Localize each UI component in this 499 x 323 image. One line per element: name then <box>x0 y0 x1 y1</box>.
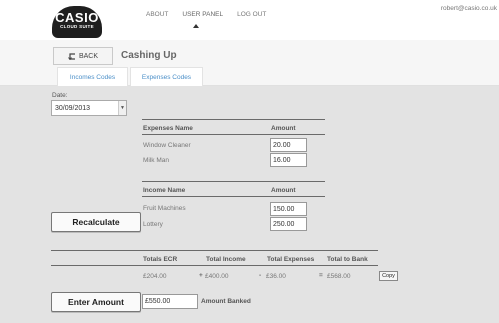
totals-header-divider <box>51 265 378 266</box>
income-amount-header: Amount <box>271 187 296 194</box>
app-header: CASIO CLOUD SUITE ABOUT USER PANEL LOG O… <box>0 0 499 40</box>
date-label: Date: <box>52 92 68 99</box>
income-amount-input[interactable]: 250.00 <box>270 217 307 231</box>
income-amount-input[interactable]: 150.00 <box>270 202 307 216</box>
expense-amount-input[interactable]: 20.00 <box>270 138 307 152</box>
totals-ecr-header: Totals ECR <box>143 256 178 263</box>
casio-logo[interactable]: CASIO CLOUD SUITE <box>52 6 102 38</box>
totals-top-divider <box>51 250 378 251</box>
total-expenses-value: £36.00 <box>266 273 286 280</box>
back-button[interactable]: BACK <box>53 47 113 65</box>
active-nav-caret-icon <box>193 24 199 28</box>
copy-button[interactable]: Copy <box>379 271 398 281</box>
nav-about[interactable]: ABOUT <box>145 11 169 18</box>
amount-banked-input[interactable]: £550.00 <box>142 294 198 309</box>
income-name: Lottery <box>143 221 163 228</box>
nav-log-out[interactable]: LOG OUT <box>236 11 267 18</box>
chevron-down-icon[interactable]: ▼ <box>118 101 126 115</box>
expenses-amount-header: Amount <box>271 125 296 132</box>
total-expenses-header: Total Expenses <box>267 256 315 263</box>
expenses-top-divider <box>142 119 325 120</box>
expense-name: Milk Man <box>143 157 170 164</box>
equals-icon: = <box>319 272 323 279</box>
minus-icon: - <box>259 272 262 279</box>
tab-incomes-codes[interactable]: Incomes Codes <box>57 67 128 86</box>
tab-expenses-codes[interactable]: Expenses Codes <box>130 67 203 86</box>
expenses-name-header: Expenses Name <box>143 125 193 132</box>
recalculate-button[interactable]: Recalculate <box>51 212 141 232</box>
date-value: 30/09/2013 <box>55 104 91 112</box>
page-title: Cashing Up <box>121 50 177 61</box>
expense-amount-input[interactable]: 16.00 <box>270 153 307 167</box>
expenses-header-divider <box>142 134 325 135</box>
date-select[interactable]: 30/09/2013 ▼ <box>51 100 127 116</box>
back-button-label: BACK <box>78 52 99 60</box>
total-to-bank-header: Total to Bank <box>327 256 368 263</box>
total-income-header: Total Income <box>206 256 246 263</box>
total-to-bank-value: £568.00 <box>327 273 351 280</box>
incomes-top-divider <box>142 181 325 182</box>
expense-name: Window Cleaner <box>143 142 191 149</box>
amount-banked-label: Amount Banked <box>201 298 251 305</box>
page-subheader: BACK Cashing Up Incomes Codes Expenses C… <box>0 40 499 86</box>
income-name: Fruit Machines <box>143 205 186 212</box>
nav-user-panel[interactable]: USER PANEL <box>181 11 224 18</box>
enter-amount-button[interactable]: Enter Amount <box>51 292 141 312</box>
logo-main-text: CASIO <box>55 10 99 25</box>
back-arrow-icon <box>68 52 76 60</box>
plus-icon: + <box>199 272 203 279</box>
main-nav: ABOUT USER PANEL LOG OUT <box>145 11 267 18</box>
user-email[interactable]: robert@casio.co.uk <box>441 5 497 12</box>
incomes-header-divider <box>142 196 325 197</box>
income-name-header: Income Name <box>143 187 186 194</box>
totals-ecr-value: £204.00 <box>143 273 167 280</box>
total-income-value: £400.00 <box>205 273 229 280</box>
